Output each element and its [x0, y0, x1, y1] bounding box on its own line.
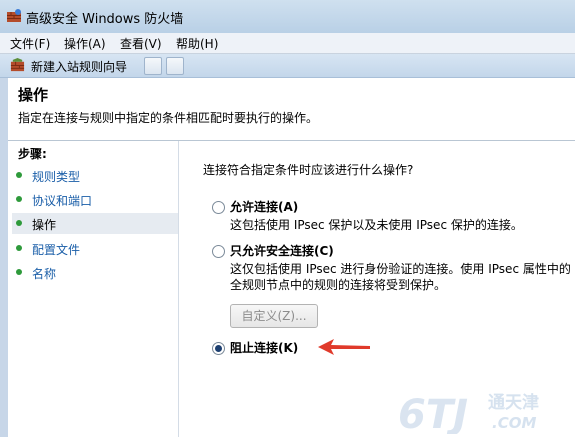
step-label: 操作	[32, 218, 57, 232]
allow-connection-label[interactable]: 允许连接(A)	[230, 198, 298, 215]
allow-connection-radio[interactable]	[212, 201, 225, 214]
svg-text:通天津: 通天津	[488, 392, 539, 413]
steps-title: 步骤:	[18, 147, 47, 161]
arrow-annotation-icon	[318, 339, 370, 355]
wizard-title: 新建入站规则向导	[31, 60, 128, 74]
page-header: 操作 指定在连接与规则中指定的条件相匹配时要执行的操作。	[0, 78, 575, 141]
window-title: 高级安全 Windows 防火墙	[26, 12, 184, 27]
page-title: 操作	[18, 86, 49, 104]
wizard-titlebar: 新建入站规则向导	[0, 54, 575, 78]
step-action[interactable]: 操作	[12, 213, 178, 234]
step-label: 配置文件	[32, 243, 81, 257]
customize-button[interactable]: 自定义(Z)...	[230, 304, 318, 328]
menu-file[interactable]: 文件(F)	[10, 35, 50, 52]
svg-text:.COM: .COM	[492, 414, 536, 432]
secure-connection-radio[interactable]	[212, 245, 225, 258]
step-dot-icon	[16, 269, 22, 275]
secure-connection-label[interactable]: 只允许安全连接(C)	[230, 242, 334, 259]
steps-panel: 步骤: 规则类型 协议和端口 操作 配置文件 名称	[8, 141, 179, 437]
step-dot-icon	[16, 220, 22, 226]
svg-text:6TJ: 6TJ	[398, 392, 468, 434]
step-dot-icon	[16, 196, 22, 202]
block-connection-label[interactable]: 阻止连接(K)	[230, 339, 298, 356]
maximize-button[interactable]	[166, 57, 184, 75]
step-profile[interactable]: 配置文件	[12, 238, 178, 259]
step-label: 协议和端口	[32, 194, 93, 208]
step-dot-icon	[16, 172, 22, 178]
menu-help[interactable]: 帮助(H)	[176, 35, 218, 52]
step-protocol-ports[interactable]: 协议和端口	[12, 189, 178, 210]
wizard-firewall-icon	[10, 58, 25, 72]
step-label: 名称	[32, 267, 57, 281]
minimize-button[interactable]	[144, 57, 162, 75]
menu-action[interactable]: 操作(A)	[64, 35, 106, 52]
allow-connection-desc: 这包括使用 IPsec 保护以及未使用 IPsec 保护的连接。	[230, 218, 523, 232]
step-label: 规则类型	[32, 170, 81, 184]
step-rule-type[interactable]: 规则类型	[12, 165, 178, 186]
window-titlebar: 高级安全 Windows 防火墙	[0, 0, 575, 33]
menu-view[interactable]: 查看(V)	[120, 35, 162, 52]
step-dot-icon	[16, 245, 22, 251]
block-connection-radio[interactable]	[212, 342, 225, 355]
menu-bar: 文件(F) 操作(A) 查看(V) 帮助(H)	[0, 33, 575, 54]
watermark-logo: 6TJ 通天津 .COM	[398, 392, 539, 434]
step-name[interactable]: 名称	[12, 262, 178, 283]
secure-connection-desc-line1: 这仅包括使用 IPsec 进行身份验证的连接。使用 IPsec 属性中的	[230, 262, 571, 276]
firewall-icon	[7, 9, 21, 22]
window-border	[0, 78, 8, 437]
page-description: 指定在连接与规则中指定的条件相匹配时要执行的操作。	[18, 111, 319, 125]
action-question: 连接符合指定条件时应该进行什么操作?	[203, 163, 414, 177]
secure-connection-desc-line2: 全规则节点中的规则的连接将受到保护。	[230, 278, 447, 292]
